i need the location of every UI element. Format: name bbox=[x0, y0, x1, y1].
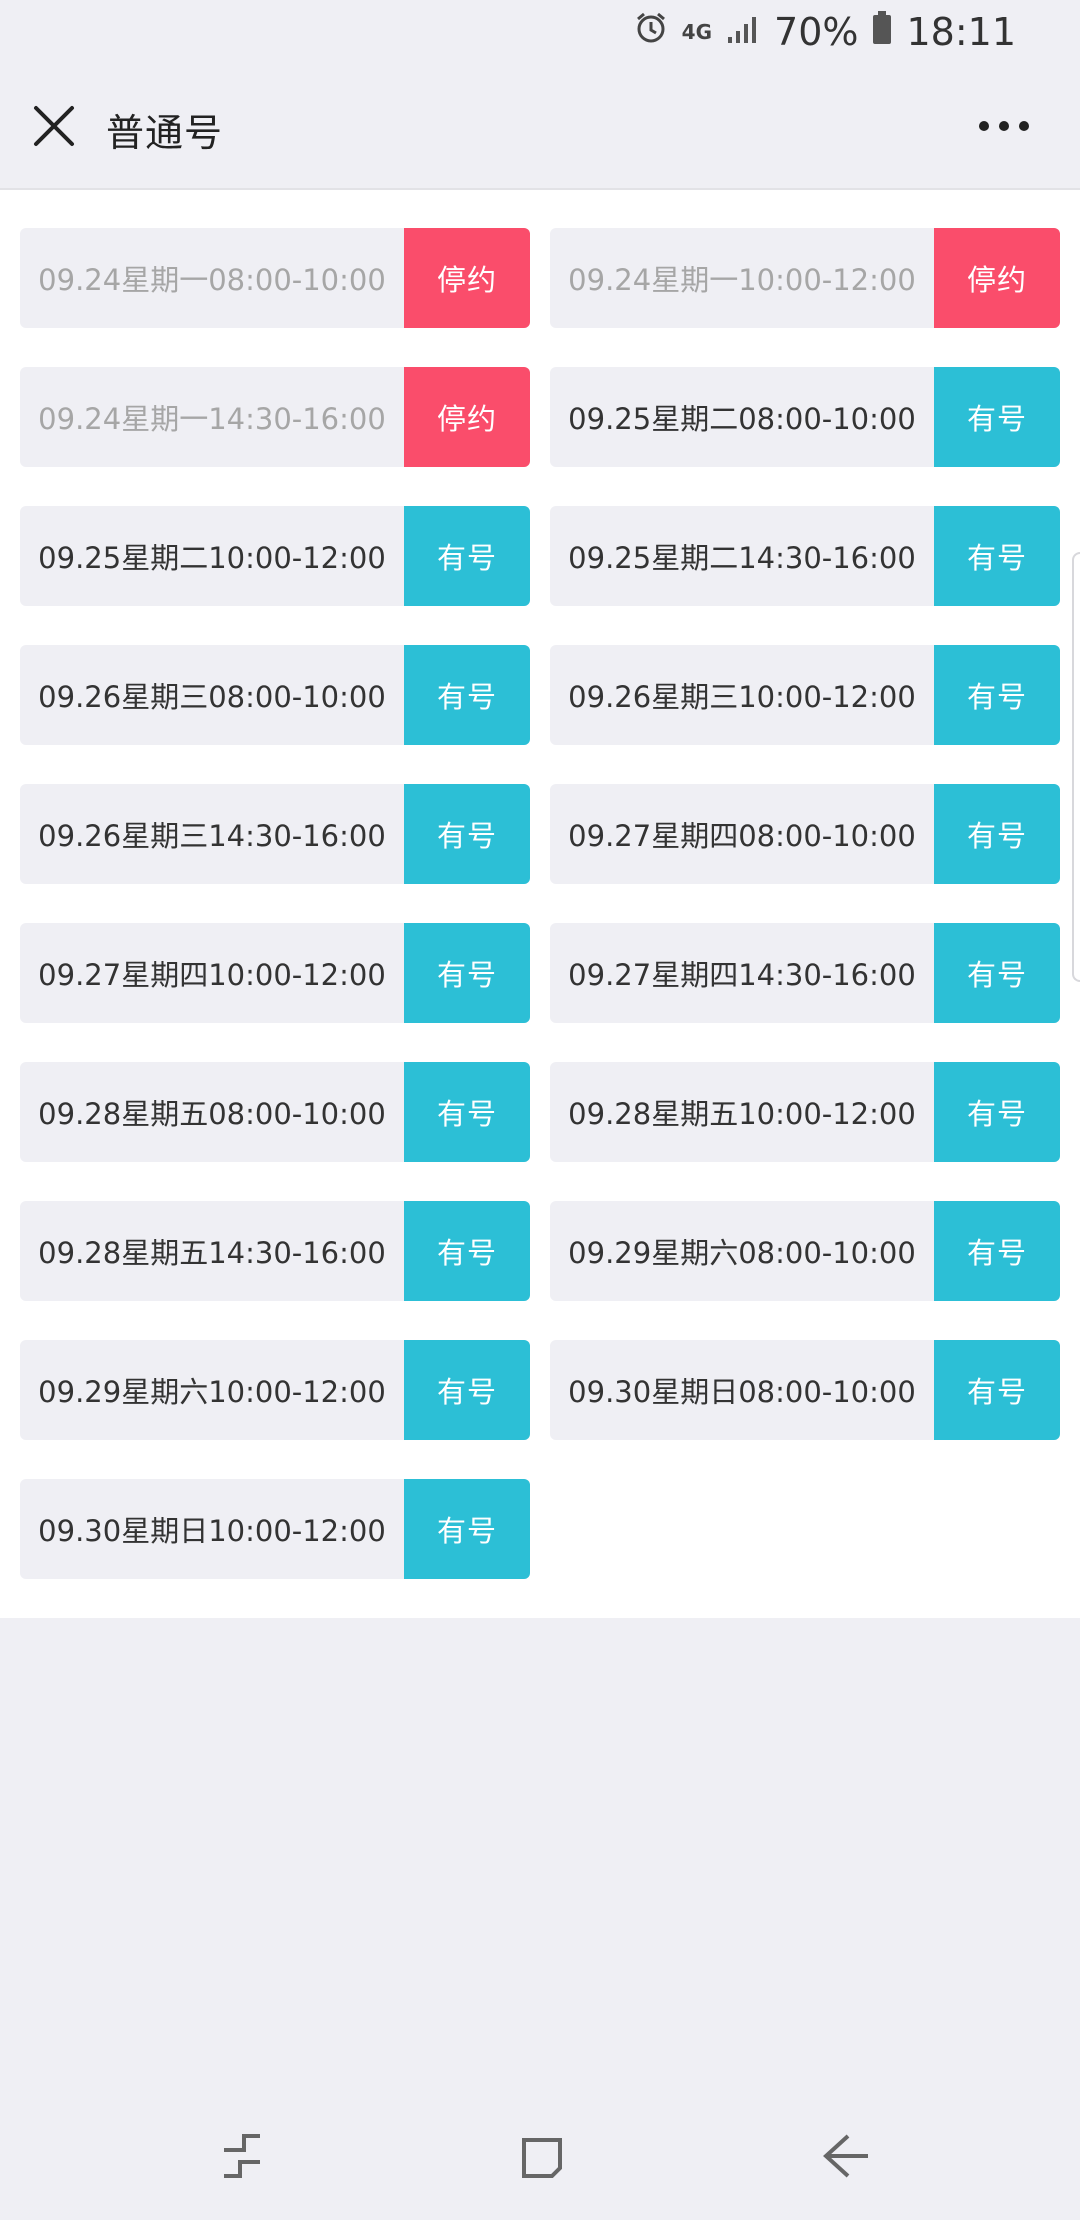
slot-time: 09.30星期日10:00-12:00 bbox=[38, 1514, 386, 1548]
slot-time: 09.24星期一08:00-10:00 bbox=[38, 263, 386, 297]
status-badge-available[interactable]: 有号 bbox=[404, 1062, 530, 1162]
slot-time: 09.28星期五10:00-12:00 bbox=[568, 1097, 916, 1131]
slot-time: 09.30星期日08:00-10:00 bbox=[568, 1375, 916, 1409]
time-slot[interactable]: 09.27星期四14:30-16:00 有号 bbox=[550, 923, 1060, 1023]
time-slot[interactable]: 09.26星期三14:30-16:00 有号 bbox=[20, 784, 530, 884]
time-slot[interactable]: 09.29星期六10:00-12:00 有号 bbox=[20, 1340, 530, 1440]
status-badge-available[interactable]: 有号 bbox=[404, 506, 530, 606]
time-slot[interactable]: 09.24星期一14:30-16:00 停约 bbox=[20, 367, 530, 467]
status-badge-available[interactable]: 有号 bbox=[934, 923, 1060, 1023]
status-badge-available[interactable]: 有号 bbox=[404, 645, 530, 745]
slot-time: 09.26星期三14:30-16:00 bbox=[38, 819, 386, 853]
slot-time: 09.28星期五08:00-10:00 bbox=[38, 1097, 386, 1131]
slot-time: 09.29星期六08:00-10:00 bbox=[568, 1236, 916, 1270]
time-slot[interactable]: 09.25星期二14:30-16:00 有号 bbox=[550, 506, 1060, 606]
recents-icon[interactable] bbox=[214, 2128, 270, 2184]
status-badge-available[interactable]: 有号 bbox=[934, 645, 1060, 745]
alarm-icon bbox=[634, 11, 668, 53]
status-badge-stopped[interactable]: 停约 bbox=[404, 367, 530, 467]
back-icon[interactable] bbox=[818, 2128, 874, 2184]
slot-time: 09.24星期一10:00-12:00 bbox=[568, 263, 916, 297]
status-badge-available[interactable]: 有号 bbox=[404, 923, 530, 1023]
time-slot[interactable]: 09.27星期四10:00-12:00 有号 bbox=[20, 923, 530, 1023]
time-slot[interactable]: 09.26星期三10:00-12:00 有号 bbox=[550, 645, 1060, 745]
slot-time: 09.25星期二10:00-12:00 bbox=[38, 541, 386, 575]
slot-time: 09.29星期六10:00-12:00 bbox=[38, 1375, 386, 1409]
scroll-edge bbox=[1072, 552, 1080, 982]
slot-time: 09.27星期四14:30-16:00 bbox=[568, 958, 916, 992]
close-icon[interactable] bbox=[28, 100, 80, 152]
status-bar: 4G 70% 18:11 bbox=[0, 0, 1080, 64]
signal-icon bbox=[726, 10, 760, 54]
slot-time: 09.27星期四08:00-10:00 bbox=[568, 819, 916, 853]
network-indicator: 4G bbox=[681, 20, 713, 44]
status-badge-available[interactable]: 有号 bbox=[934, 506, 1060, 606]
page-title: 普通号 bbox=[106, 111, 224, 155]
status-badge-stopped[interactable]: 停约 bbox=[404, 228, 530, 328]
status-badge-available[interactable]: 有号 bbox=[404, 1201, 530, 1301]
time-slot[interactable]: 09.27星期四08:00-10:00 有号 bbox=[550, 784, 1060, 884]
time-slot[interactable]: 09.28星期五08:00-10:00 有号 bbox=[20, 1062, 530, 1162]
clock: 18:11 bbox=[906, 10, 1016, 54]
time-slot[interactable]: 09.30星期日10:00-12:00 有号 bbox=[20, 1479, 530, 1579]
slot-time: 09.25星期二14:30-16:00 bbox=[568, 541, 916, 575]
time-slot[interactable]: 09.26星期三08:00-10:00 有号 bbox=[20, 645, 530, 745]
slot-grid: 09.24星期一08:00-10:00 停约 09.24星期一10:00-12:00… bbox=[20, 228, 1060, 1579]
slot-time: 09.24星期一14:30-16:00 bbox=[38, 402, 386, 436]
status-badge-available[interactable]: 有号 bbox=[934, 784, 1060, 884]
status-badge-available[interactable]: 有号 bbox=[404, 1479, 530, 1579]
slot-time: 09.28星期五14:30-16:00 bbox=[38, 1236, 386, 1270]
time-slot[interactable]: 09.24星期一08:00-10:00 停约 bbox=[20, 228, 530, 328]
status-badge-available[interactable]: 有号 bbox=[404, 784, 530, 884]
slot-time: 09.26星期三08:00-10:00 bbox=[38, 680, 386, 714]
schedule-panel: 09.24星期一08:00-10:00 停约 09.24星期一10:00-12:00… bbox=[0, 190, 1080, 1618]
time-slot[interactable]: 09.24星期一10:00-12:00 停约 bbox=[550, 228, 1060, 328]
status-badge-available[interactable]: 有号 bbox=[934, 1201, 1060, 1301]
time-slot[interactable]: 09.25星期二10:00-12:00 有号 bbox=[20, 506, 530, 606]
time-slot[interactable]: 09.28星期五10:00-12:00 有号 bbox=[550, 1062, 1060, 1162]
status-badge-stopped[interactable]: 停约 bbox=[934, 228, 1060, 328]
more-icon[interactable] bbox=[976, 114, 1032, 138]
nav-bar: 普通号 bbox=[0, 64, 1080, 190]
time-slot[interactable]: 09.30星期日08:00-10:00 有号 bbox=[550, 1340, 1060, 1440]
status-badge-available[interactable]: 有号 bbox=[934, 1062, 1060, 1162]
status-badge-available[interactable]: 有号 bbox=[934, 1340, 1060, 1440]
time-slot[interactable]: 09.29星期六08:00-10:00 有号 bbox=[550, 1201, 1060, 1301]
status-badge-available[interactable]: 有号 bbox=[404, 1340, 530, 1440]
battery-percent: 70% bbox=[774, 10, 859, 54]
system-nav-bar bbox=[0, 2090, 1080, 2220]
time-slot[interactable]: 09.28星期五14:30-16:00 有号 bbox=[20, 1201, 530, 1301]
battery-icon bbox=[872, 10, 892, 54]
slot-time: 09.25星期二08:00-10:00 bbox=[568, 402, 916, 436]
time-slot[interactable]: 09.25星期二08:00-10:00 有号 bbox=[550, 367, 1060, 467]
slot-time: 09.27星期四10:00-12:00 bbox=[38, 958, 386, 992]
slot-time: 09.26星期三10:00-12:00 bbox=[568, 680, 916, 714]
home-icon[interactable] bbox=[514, 2128, 570, 2184]
status-badge-available[interactable]: 有号 bbox=[934, 367, 1060, 467]
